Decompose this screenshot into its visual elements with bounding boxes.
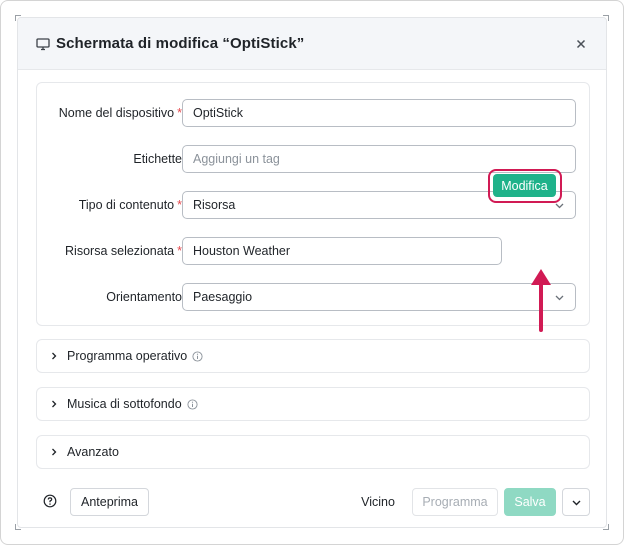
orientation-select[interactable]: Paesaggio — [182, 283, 576, 311]
content-type-value: Risorsa — [193, 198, 236, 212]
help-icon[interactable] — [43, 494, 57, 508]
orientation-label: Orientamento — [106, 290, 182, 304]
close-icon[interactable] — [574, 37, 588, 51]
save-options-dropdown[interactable] — [562, 488, 590, 516]
section-advanced[interactable]: Avanzato — [36, 435, 590, 469]
info-icon — [187, 398, 198, 410]
content-type-label: Tipo di contenuto * — [78, 198, 182, 212]
close-button[interactable]: Vicino — [354, 488, 402, 516]
annotation-arrow-icon — [531, 269, 551, 332]
chevron-right-icon — [49, 447, 59, 457]
selected-resource-label: Risorsa selezionata * — [65, 244, 182, 258]
save-button[interactable]: Salva — [504, 488, 556, 516]
monitor-icon — [36, 37, 50, 51]
chevron-right-icon — [49, 351, 59, 361]
section-background-music[interactable]: Musica di sottofondo — [36, 387, 590, 421]
preview-button[interactable]: Anteprima — [70, 488, 149, 516]
edit-screen-dialog: Schermata di modifica “OptiStick” Nome d… — [17, 17, 607, 528]
orientation-value: Paesaggio — [193, 290, 253, 304]
chevron-right-icon — [49, 399, 59, 409]
section-title: Programma operativo — [67, 349, 188, 363]
device-form-card: Nome del dispositivo * OptiStick Etichett… — [36, 82, 590, 326]
section-operating-schedule[interactable]: Programma operativo — [36, 339, 590, 373]
edit-resource-button[interactable]: Modifica — [493, 174, 556, 197]
section-title: Musica di sottofondo — [67, 397, 182, 411]
chevron-down-icon — [571, 497, 582, 508]
schedule-button[interactable]: Programma — [412, 488, 498, 516]
info-icon — [192, 350, 203, 362]
orientation-row: Orientamento Paesaggio — [37, 283, 591, 311]
device-name-row: Nome del dispositivo * OptiStick — [37, 99, 591, 127]
device-name-input[interactable]: OptiStick — [182, 99, 576, 127]
selected-resource-row: Risorsa selezionata * Houston Weather — [37, 237, 591, 265]
section-title: Avanzato — [67, 445, 119, 459]
dialog-header: Schermata di modifica “OptiStick” — [18, 18, 606, 70]
tags-label: Etichette — [133, 152, 182, 166]
selected-resource-input[interactable]: Houston Weather — [182, 237, 502, 265]
device-name-label: Nome del dispositivo * — [58, 106, 182, 120]
edit-button-highlight: Modifica — [488, 169, 562, 203]
dialog-title: Schermata di modifica “OptiStick” — [56, 35, 305, 52]
dialog-footer: Anteprima Vicino Programma Salva — [18, 486, 606, 516]
chevron-down-icon — [554, 292, 565, 303]
